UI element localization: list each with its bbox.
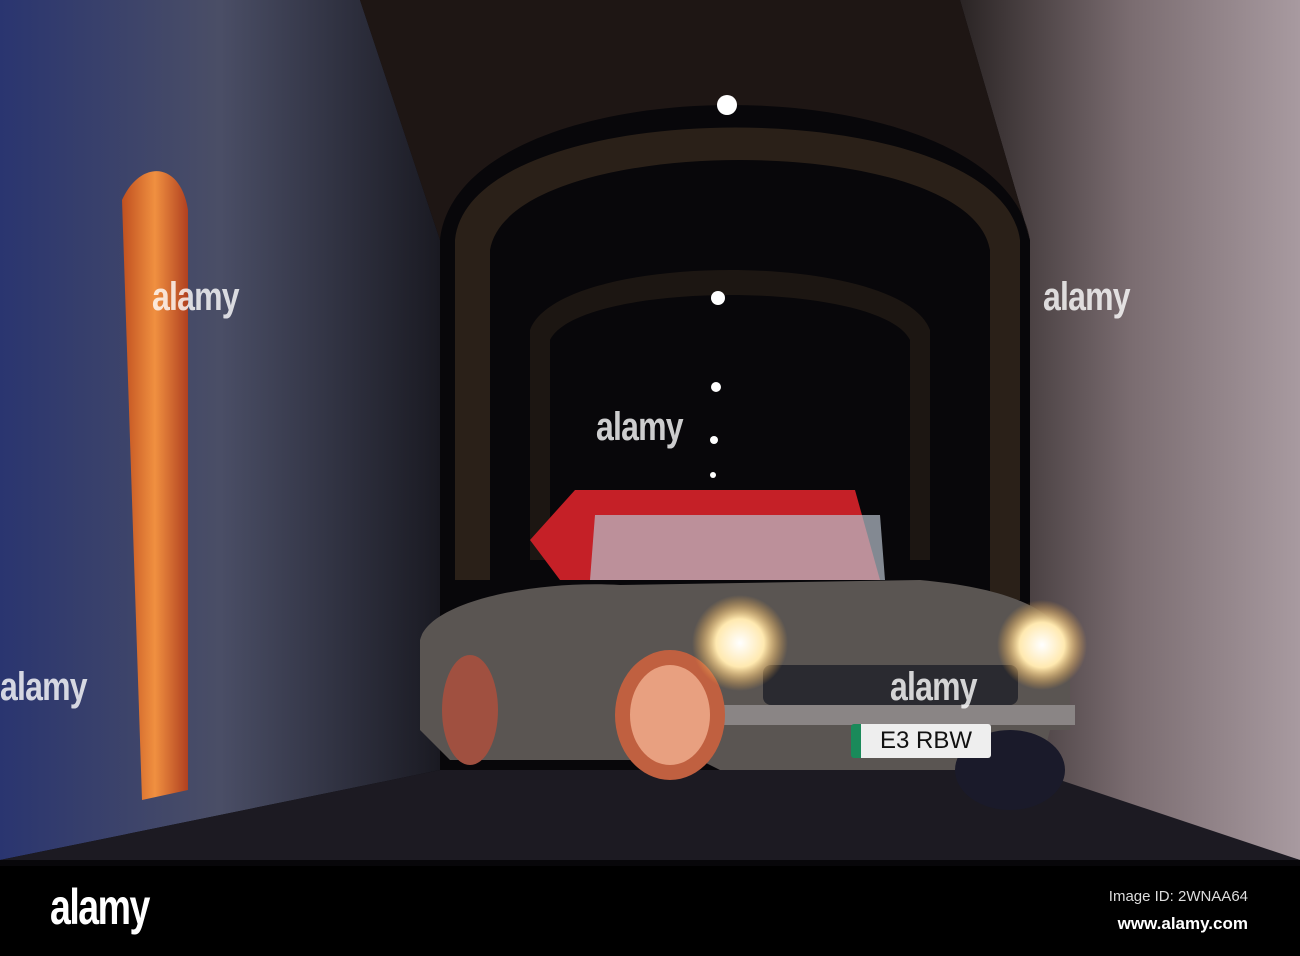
alamy-logo: alamy <box>50 879 150 935</box>
site-url: www.alamy.com <box>1117 914 1248 933</box>
footer-bar: alamy Image ID: 2WNAA64 www.alamy.com <box>0 866 1300 956</box>
number-plate: E3 RBW <box>851 724 991 758</box>
watermark: alamy <box>596 405 684 449</box>
image-id: Image ID: 2WNAA64 <box>1108 888 1248 905</box>
watermark: alamy <box>890 665 978 709</box>
tunnel-car-photo: alamy alamy alamy alamy alamy E3 RBW <box>0 0 1300 866</box>
watermark: alamy <box>1043 275 1131 319</box>
watermark: alamy <box>152 275 240 319</box>
watermark: alamy <box>0 665 88 709</box>
